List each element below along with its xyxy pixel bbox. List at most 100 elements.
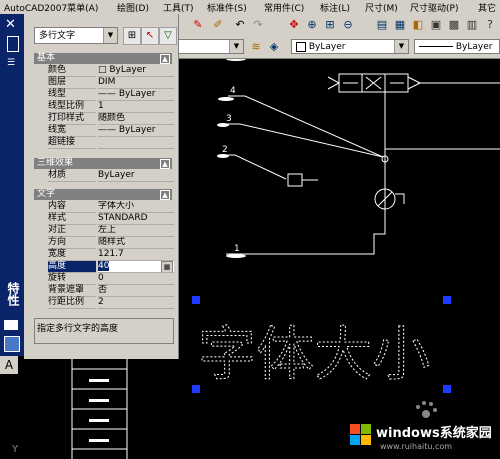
grip-bottom-right[interactable] [443, 385, 451, 393]
grip-top-right[interactable] [443, 296, 451, 304]
undo-icon[interactable]: ↶ [232, 17, 248, 33]
markup-icon[interactable]: ▩ [446, 17, 462, 33]
redo-icon[interactable]: ↷ [250, 17, 266, 33]
prop-row-direction[interactable]: 方向 随样式 [34, 237, 174, 249]
color-swatch-icon [296, 41, 306, 52]
help-icon[interactable]: ? [482, 17, 498, 33]
menu-other[interactable]: 其它 [478, 1, 496, 14]
calculator-icon[interactable]: ▥ [464, 17, 480, 33]
prop-row-plot-style[interactable]: 打印样式 随颜色 [34, 113, 174, 125]
prop-row-lineweight[interactable]: 线宽 —— ByLayer [34, 125, 174, 137]
prop-value: 2 [98, 297, 174, 309]
section-3d-header[interactable]: 三维效果 ▲ [34, 158, 172, 169]
object-type-select[interactable]: 多行文字 ▼ [34, 27, 118, 44]
section-basic-title: 基本 [37, 53, 56, 63]
leader-line-2[interactable] [218, 154, 287, 180]
section-text-header[interactable]: 文字 ▲ [34, 189, 172, 200]
menu-tools[interactable]: 工具(T) [163, 1, 194, 14]
prop-row-background-mask[interactable]: 背景遮罩否 [34, 285, 174, 297]
pan-icon[interactable]: ✥ [286, 17, 302, 33]
collapse-icon[interactable]: ▲ [160, 159, 170, 169]
prop-value: 0 [98, 273, 174, 285]
prop-label: 宽度 [48, 249, 96, 261]
drawing-canvas[interactable]: 4 3 2 1 字体大小 [178, 59, 500, 459]
prop-row-color[interactable]: 颜色 □ ByLayer [34, 65, 174, 77]
zoom-realtime-icon[interactable]: ⊕ [304, 17, 320, 33]
pencil-icon[interactable]: ✎ [190, 17, 206, 33]
leader-endpoint [217, 123, 229, 127]
prop-label: 背景遮罩 [48, 285, 96, 297]
callout-label-1: 1 [234, 244, 240, 254]
section-basic-header[interactable]: 基本 ▲ [34, 53, 172, 64]
menu-acad[interactable]: AutoCAD2007菜单(A) [4, 1, 98, 14]
prop-row-hyperlink[interactable]: 超链接 [34, 137, 174, 149]
collapse-icon[interactable]: ▲ [160, 54, 170, 64]
description-text: 指定多行文字的高度 [37, 324, 119, 334]
prop-row-width[interactable]: 宽度 121.7 [34, 249, 174, 261]
parts-list[interactable] [24, 359, 178, 459]
grip-top-left[interactable] [192, 296, 200, 304]
prop-label: 超链接 [48, 137, 96, 149]
prop-row-contents[interactable]: 内容 字体大小 [34, 201, 174, 213]
prop-value: DIM [98, 77, 174, 89]
quick-select-icon[interactable]: ▽ [159, 27, 177, 45]
color-combo[interactable]: ByLayer ▼ [291, 39, 409, 54]
prop-row-layer[interactable]: 图层 DIM [34, 77, 174, 89]
close-icon[interactable]: ✕ [5, 17, 16, 32]
palette-grip-icon[interactable] [4, 336, 20, 352]
layer-combo-left[interactable]: ▼ [178, 39, 244, 54]
zoom-previous-icon[interactable]: ⊖ [340, 17, 356, 33]
pipe-return[interactable] [240, 209, 386, 255]
toggle-pickadd-icon[interactable]: ⊞ [123, 27, 141, 45]
height-input[interactable]: 40 ▦ [98, 261, 174, 273]
linetype-combo[interactable]: ByLayer [414, 39, 500, 54]
command-glyph: A [0, 356, 18, 374]
prop-row-linetype[interactable]: 线型 —— ByLayer [34, 89, 174, 101]
dashed-text: 字体大小 [198, 320, 430, 388]
prop-row-linetype-scale[interactable]: 线型比例 1 [34, 101, 174, 113]
menu-standard-parts[interactable]: 标准件(S) [207, 1, 247, 14]
properties-menu-icon[interactable]: ☰ [7, 58, 15, 68]
auto-hide-icon[interactable] [7, 36, 19, 52]
select-objects-icon[interactable]: ↖ [141, 27, 159, 45]
prop-row-line-spacing[interactable]: 行距比例 2 [34, 297, 174, 309]
callout-label-3: 3 [226, 114, 232, 124]
zoom-window-icon[interactable]: ⊞ [322, 17, 338, 33]
paw-icon [416, 401, 437, 418]
properties-icon[interactable]: ▤ [374, 17, 390, 33]
menu-size-driven[interactable]: 尺寸驱动(P) [410, 1, 458, 14]
menu-size[interactable]: 尺寸(M) [365, 1, 398, 14]
selected-mtext[interactable]: 字体大小 [192, 296, 451, 393]
grip-bottom-left[interactable] [192, 385, 200, 393]
prop-label: 图层 [48, 77, 96, 89]
palette-title-bar[interactable]: ✕ ☰ 特性 [0, 14, 24, 359]
palette-options-icon[interactable] [4, 320, 18, 330]
check-valve-symbol[interactable] [287, 173, 318, 187]
watermark-title: windows系统家园 [376, 426, 492, 441]
menu-draw[interactable]: 绘图(D) [117, 1, 149, 14]
prop-row-height[interactable]: 高度 40 ▦ [34, 261, 174, 273]
pump-symbol[interactable] [374, 188, 405, 210]
prop-value: 左上 [98, 225, 174, 237]
tool-palette-icon[interactable]: ◧ [410, 17, 426, 33]
prop-value: STANDARD [98, 213, 174, 225]
layer-previous-icon[interactable]: ◈ [266, 39, 282, 55]
sheet-set-icon[interactable]: ▣ [428, 17, 444, 33]
callout-label-2: 2 [222, 145, 228, 155]
prop-row-material[interactable]: 材质 ByLayer [34, 170, 174, 182]
valve-symbol[interactable] [327, 73, 500, 159]
prop-row-justify[interactable]: 对正 左上 [34, 225, 174, 237]
chevron-down-icon: ▼ [103, 28, 117, 43]
menu-common-parts[interactable]: 常用件(C) [264, 1, 304, 14]
design-center-icon[interactable]: ▦ [392, 17, 408, 33]
prop-value: 随样式 [98, 237, 174, 249]
brush-icon[interactable]: ✐ [210, 17, 226, 33]
calculator-icon[interactable]: ▦ [161, 261, 173, 272]
leader-line-3[interactable] [223, 123, 384, 158]
menu-dimension[interactable]: 标注(L) [320, 1, 350, 14]
prop-row-style[interactable]: 样式 STANDARD [34, 213, 174, 225]
prop-row-rotation[interactable]: 旋转 0 [34, 273, 174, 285]
collapse-icon[interactable]: ▲ [160, 190, 170, 200]
layer-manager-icon[interactable]: ≋ [248, 39, 264, 55]
leader-endpoint [226, 254, 246, 258]
